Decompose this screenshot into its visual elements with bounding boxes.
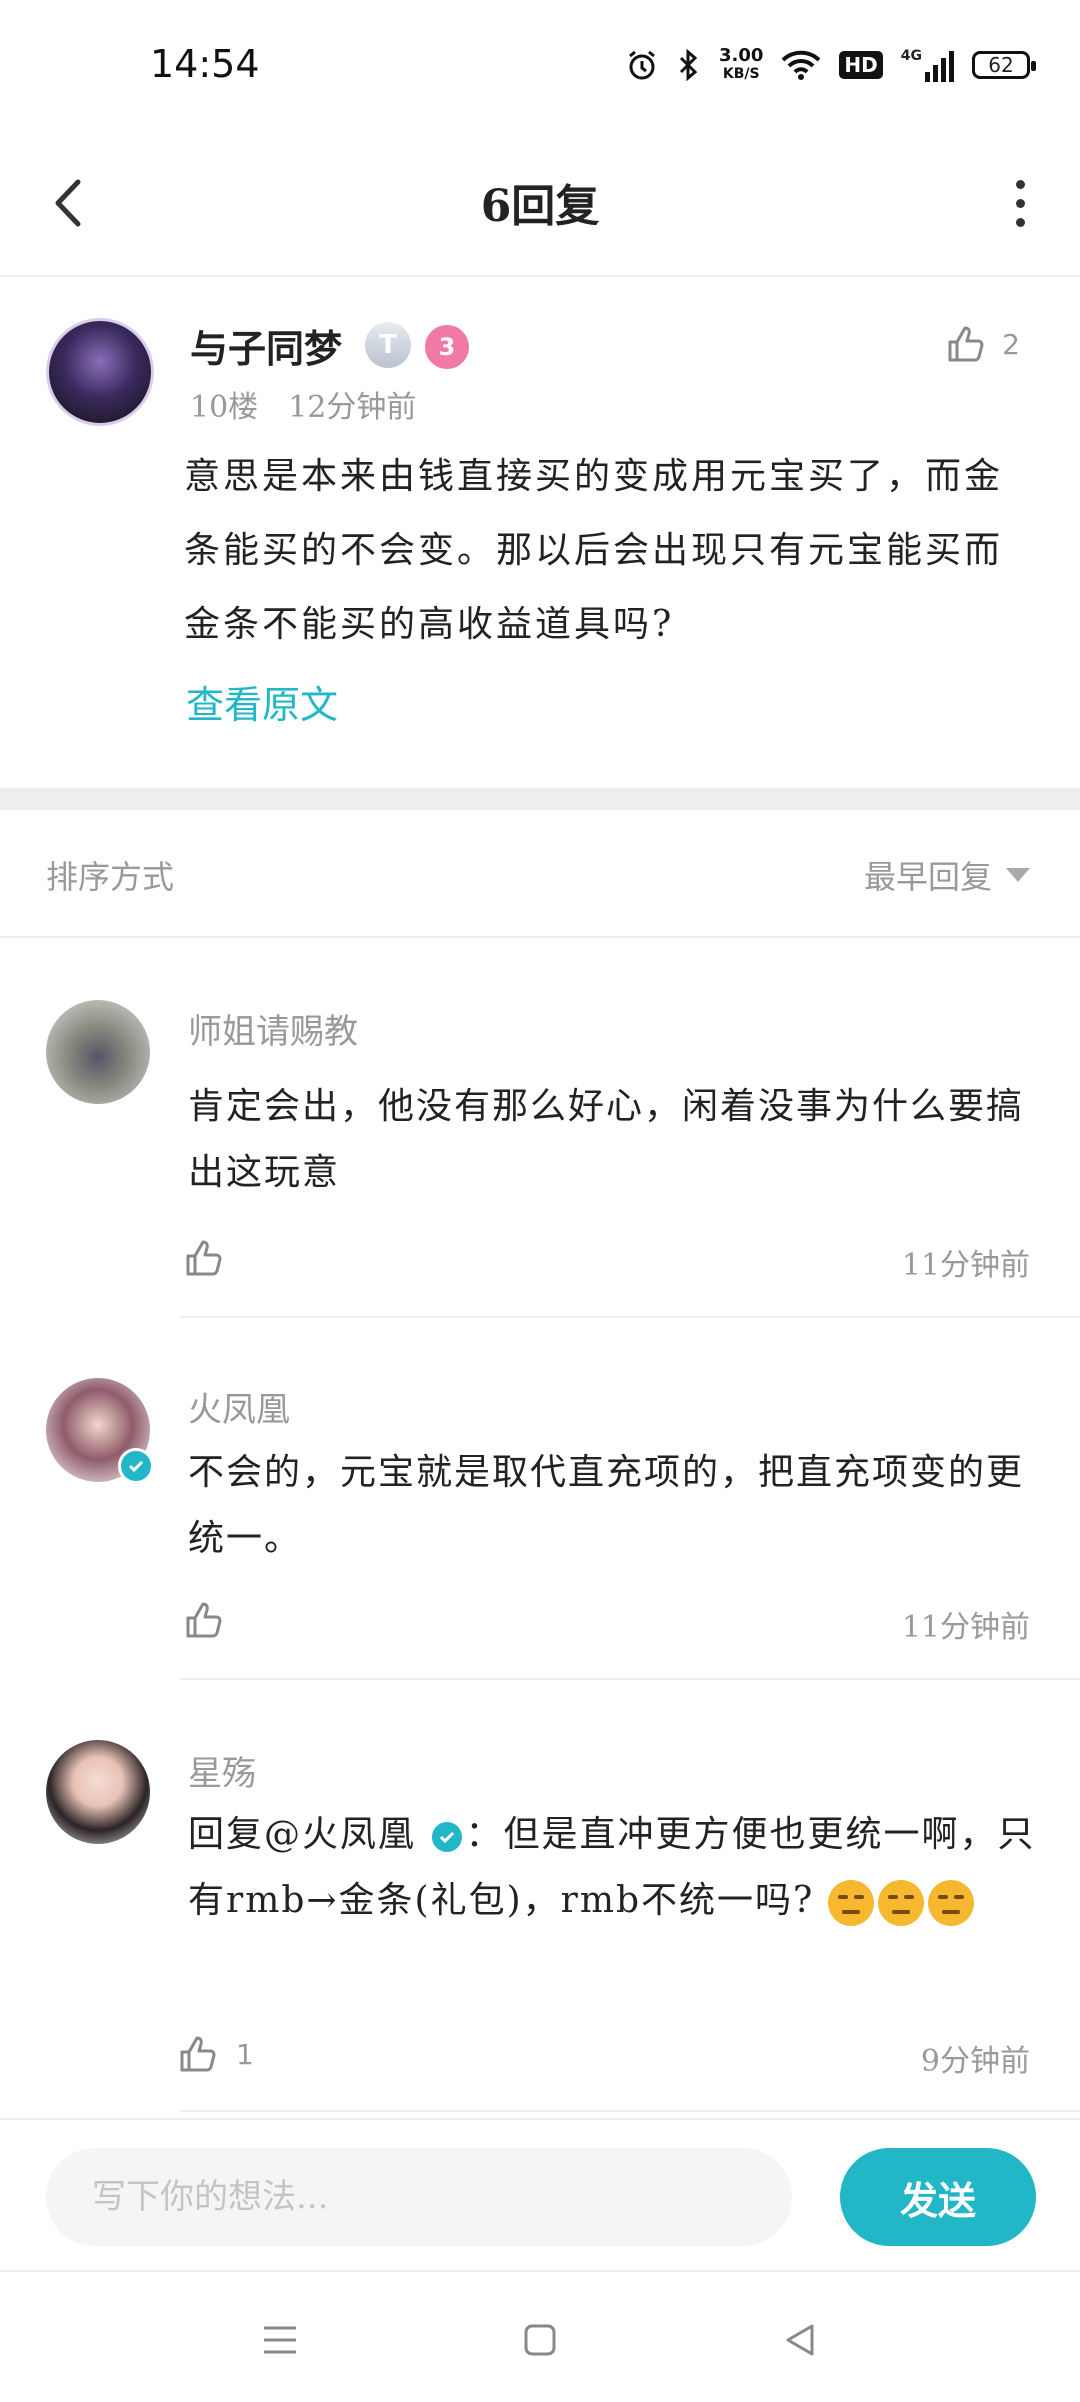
reply-like-count: 1 <box>236 2037 254 2071</box>
post-floor: 10楼 <box>190 390 259 425</box>
sort-dropdown[interactable]: 最早回复 <box>864 852 1030 898</box>
status-time: 14:54 <box>150 42 260 86</box>
menu-icon <box>264 2326 296 2354</box>
unamused-emoji-icon <box>927 1880 974 1926</box>
sort-selected-value: 最早回复 <box>863 858 992 896</box>
more-options-button[interactable] <box>1000 168 1040 238</box>
post-content: 意思是本来由钱直接买的变成用元宝买了，而金条能买的不会变。那以后会出现只有元宝能… <box>184 456 1004 645</box>
reply-author-name[interactable]: 师姐请赐教 <box>188 1004 358 1053</box>
battery-icon: 62 <box>972 51 1036 79</box>
verified-badge <box>118 1448 154 1484</box>
reply-content: 肯定会出，他没有那么好心，闲着没事为什么要搞出这玩意 <box>188 1086 1025 1193</box>
view-original-link[interactable]: 查看原文 <box>186 674 338 729</box>
more-vertical-icon <box>1015 179 1025 189</box>
top-app-bar: 6回复 <box>0 130 1080 277</box>
reply-prefix: 回复 <box>188 1814 265 1855</box>
reply-avatar[interactable] <box>46 1740 150 1844</box>
reply-time: 11分钟前 <box>901 1610 1030 1645</box>
reply-content: 回复@火凤凰 ：但是直冲更方便也更统一啊，只有rmb→金条(礼包)，rmb不统一… <box>188 1802 1048 1934</box>
wifi-icon <box>782 50 821 80</box>
caret-down-icon <box>1006 868 1030 882</box>
checkmark-icon <box>128 1460 144 1473</box>
post-meta: 10楼 12分钟前 <box>190 382 416 426</box>
status-bar: 14:54 3.00 KB/S HD 4G 62 <box>0 0 1080 130</box>
level-badge: 3 <box>425 325 469 369</box>
post-author-name[interactable]: 与子同梦 <box>190 318 342 373</box>
comment-input-bar: 发送 <box>0 2118 1080 2270</box>
sort-label: 排序方式 <box>46 858 175 896</box>
cellular-signal-icon: 4G <box>901 48 954 82</box>
reply-like-button[interactable] <box>182 1236 226 1284</box>
reply-like-button[interactable]: 1 <box>176 2032 254 2076</box>
unamused-emoji-icon <box>827 1880 874 1926</box>
comment-input[interactable] <box>46 2148 792 2246</box>
status-icons: 3.00 KB/S HD 4G 62 <box>625 40 1036 90</box>
post-like-count: 2 <box>1002 327 1020 361</box>
reply-like-button[interactable] <box>182 1598 226 1646</box>
reply-author-name[interactable]: 火凤凰 <box>188 1382 290 1431</box>
alarm-icon <box>629 50 655 80</box>
reply-time: 11分钟前 <box>901 1248 1030 1283</box>
back-triangle-icon <box>786 2324 814 2356</box>
reply-time: 9分钟前 <box>920 2044 1030 2079</box>
mention-link[interactable]: @火凤凰 <box>264 1814 416 1855</box>
post-time: 12分钟前 <box>288 390 417 425</box>
reply-author-name[interactable]: 星殇 <box>188 1746 256 1795</box>
thumbs-up-icon <box>186 1602 222 1638</box>
reply-divider <box>180 2110 1080 2112</box>
checkmark-icon <box>440 1831 455 1844</box>
thumbs-up-icon <box>180 2036 216 2072</box>
unamused-emoji-icon <box>877 1880 924 1926</box>
reply-avatar[interactable] <box>46 1000 150 1104</box>
thumbs-up-icon <box>186 1240 222 1276</box>
home-nav-button[interactable] <box>510 2310 570 2370</box>
hd-icon: HD <box>839 51 883 79</box>
section-divider <box>0 788 1080 810</box>
send-button[interactable]: 发送 <box>840 2148 1036 2246</box>
thumbs-up-icon <box>948 326 984 362</box>
verified-badge <box>429 1819 466 1855</box>
bluetooth-icon <box>679 48 698 82</box>
reply-content: 不会的，元宝就是取代直充项的，把直充项变的更统一。 <box>188 1452 1025 1559</box>
network-speed: 3.00 KB/S <box>719 45 764 83</box>
system-nav-bar <box>0 2270 1080 2402</box>
back-nav-button[interactable] <box>770 2310 830 2370</box>
title-badge: T <box>365 322 411 368</box>
reply-divider <box>180 1678 1080 1680</box>
divider <box>0 936 1080 938</box>
home-square-icon <box>524 2324 556 2356</box>
reply-divider <box>180 1316 1080 1318</box>
page-title: 6回复 <box>480 181 600 232</box>
post-author-avatar[interactable] <box>46 318 154 426</box>
post-like-button[interactable]: 2 <box>944 322 1020 366</box>
menu-nav-button[interactable] <box>250 2310 310 2370</box>
